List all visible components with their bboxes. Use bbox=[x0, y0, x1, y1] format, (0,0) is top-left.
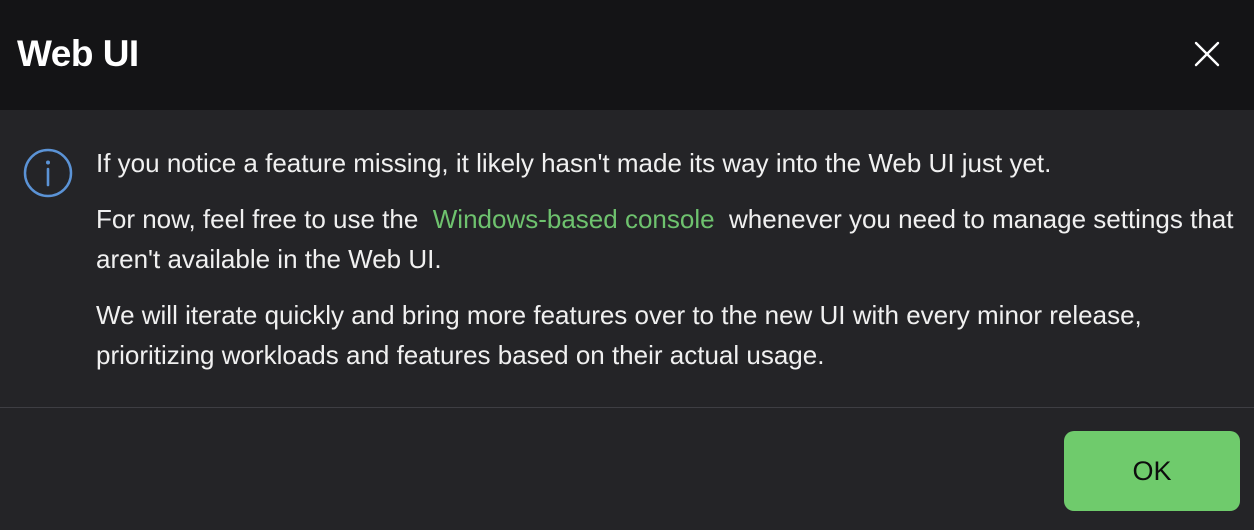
dialog-body: If you notice a feature missing, it like… bbox=[0, 110, 1254, 407]
dialog-title: Web UI bbox=[17, 33, 139, 74]
message-line-1: If you notice a feature missing, it like… bbox=[96, 148, 1052, 178]
message-line-3: We will iterate quickly and bring more f… bbox=[96, 300, 1142, 370]
info-icon bbox=[23, 148, 73, 198]
windows-console-link[interactable]: Windows-based console bbox=[433, 204, 715, 234]
dialog-message: If you notice a feature missing, it like… bbox=[96, 143, 1236, 391]
close-button[interactable] bbox=[1185, 32, 1229, 76]
ok-button[interactable]: OK bbox=[1064, 431, 1240, 511]
message-line-2: For now, feel free to use the Windows-ba… bbox=[96, 199, 1236, 279]
close-icon bbox=[1194, 41, 1220, 67]
web-ui-dialog: Web UI If you notice a feature missing, … bbox=[0, 0, 1254, 530]
dialog-header: Web UI bbox=[0, 0, 1254, 110]
footer-divider bbox=[0, 407, 1254, 408]
message-line-2-prefix: For now, feel free to use the bbox=[96, 204, 419, 234]
